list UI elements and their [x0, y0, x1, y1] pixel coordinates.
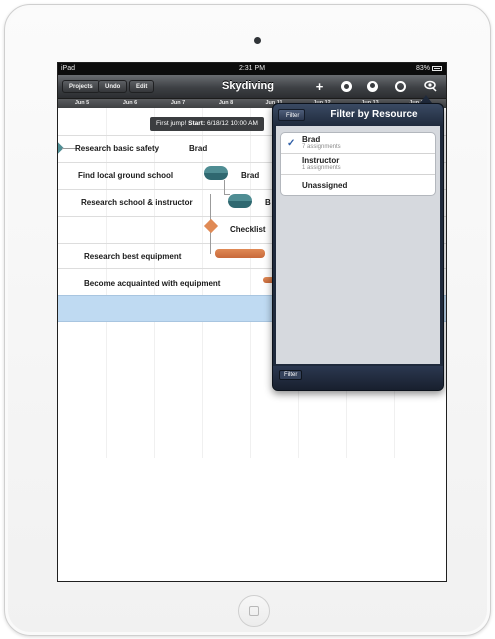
task-resource: B: [265, 198, 271, 207]
task-bar[interactable]: [204, 166, 228, 180]
timeline-date: Jun 6: [122, 100, 138, 106]
timeline-date: Jun 7: [170, 100, 186, 106]
tooltip-start-value: 6/18/12 10:00 AM: [206, 120, 258, 127]
resource-item-instructor[interactable]: Instructor 1 assignments: [281, 154, 435, 175]
home-square-icon: [249, 606, 259, 616]
timeline-date: Jun 5: [74, 100, 90, 106]
filter-eye-svg: [424, 80, 437, 92]
filter-eye-icon[interactable]: [423, 79, 437, 93]
resource-name: Instructor: [302, 156, 340, 165]
filter-back-button[interactable]: Filter: [278, 109, 306, 121]
task-name[interactable]: Checklist: [230, 225, 266, 234]
task-name[interactable]: Find local ground school: [78, 171, 173, 180]
popover-title: Filter by Resource: [330, 109, 418, 120]
battery-status: 83%: [416, 65, 442, 72]
popover-body: ✓ Brad 7 assignments Instructor 1 assign…: [276, 126, 440, 364]
task-bar[interactable]: [215, 249, 265, 258]
resource-item-brad[interactable]: ✓ Brad 7 assignments: [281, 133, 435, 154]
resource-name: Unassigned: [302, 181, 348, 190]
popover-header: Filter Filter by Resource: [273, 104, 443, 126]
link-icon[interactable]: [341, 81, 352, 92]
filter-popover: Filter Filter by Resource ✓ Brad 7 assig…: [272, 103, 444, 391]
edit-button[interactable]: Edit: [129, 80, 155, 93]
task-name[interactable]: Research school & instructor: [81, 198, 193, 207]
battery-percent: 83%: [415, 65, 430, 72]
dependency-line: [224, 194, 230, 195]
task-resource: Brad: [189, 144, 208, 153]
task-name[interactable]: Become acquainted with equipment: [84, 279, 220, 288]
popover-footer: Filter: [273, 366, 443, 390]
ring-icon[interactable]: [395, 81, 406, 92]
checkmark-icon: ✓: [287, 138, 296, 149]
main-toolbar: Projects Undo Edit Skydiving +: [58, 75, 446, 99]
popover-arrow: [420, 95, 432, 103]
resource-list: ✓ Brad 7 assignments Instructor 1 assign…: [280, 132, 436, 196]
milestone-diamond[interactable]: [203, 218, 219, 234]
task-resource: Brad: [241, 171, 260, 180]
home-button[interactable]: [238, 595, 270, 627]
task-name[interactable]: Research basic safety: [75, 144, 159, 153]
resource-name: Brad: [302, 135, 321, 144]
footer-filter-button[interactable]: Filter: [279, 370, 303, 380]
project-title: Skydiving: [222, 80, 274, 92]
grid-line: [250, 108, 251, 458]
battery-icon: [432, 66, 442, 71]
task-name[interactable]: Research best equipment: [84, 252, 181, 261]
camera-icon: [254, 37, 261, 44]
app-screen: iPad 2:31 PM 83% Projects Undo Edit Skyd…: [57, 62, 447, 582]
tooltip-start-label: Start:: [188, 120, 206, 127]
timeline-date: Jun 8: [218, 100, 234, 106]
dependency-line: [224, 180, 225, 194]
status-time: 2:31 PM: [238, 65, 266, 72]
status-bar: iPad 2:31 PM 83%: [58, 63, 446, 75]
person-icon[interactable]: [367, 81, 378, 92]
task-bar[interactable]: [228, 194, 252, 208]
undo-button[interactable]: Undo: [98, 80, 128, 93]
projects-button[interactable]: Projects: [62, 80, 100, 93]
tooltip-task-name: First jump!: [156, 120, 187, 127]
plus-icon[interactable]: +: [312, 79, 327, 94]
task-tooltip: First jump! Start: 6/18/12 10:00 AM: [150, 117, 264, 131]
resource-item-unassigned[interactable]: Unassigned: [281, 175, 435, 195]
resource-assignments: 1 assignments: [302, 165, 341, 171]
dependency-line: [62, 148, 76, 149]
resource-assignments: 7 assignments: [302, 144, 341, 150]
